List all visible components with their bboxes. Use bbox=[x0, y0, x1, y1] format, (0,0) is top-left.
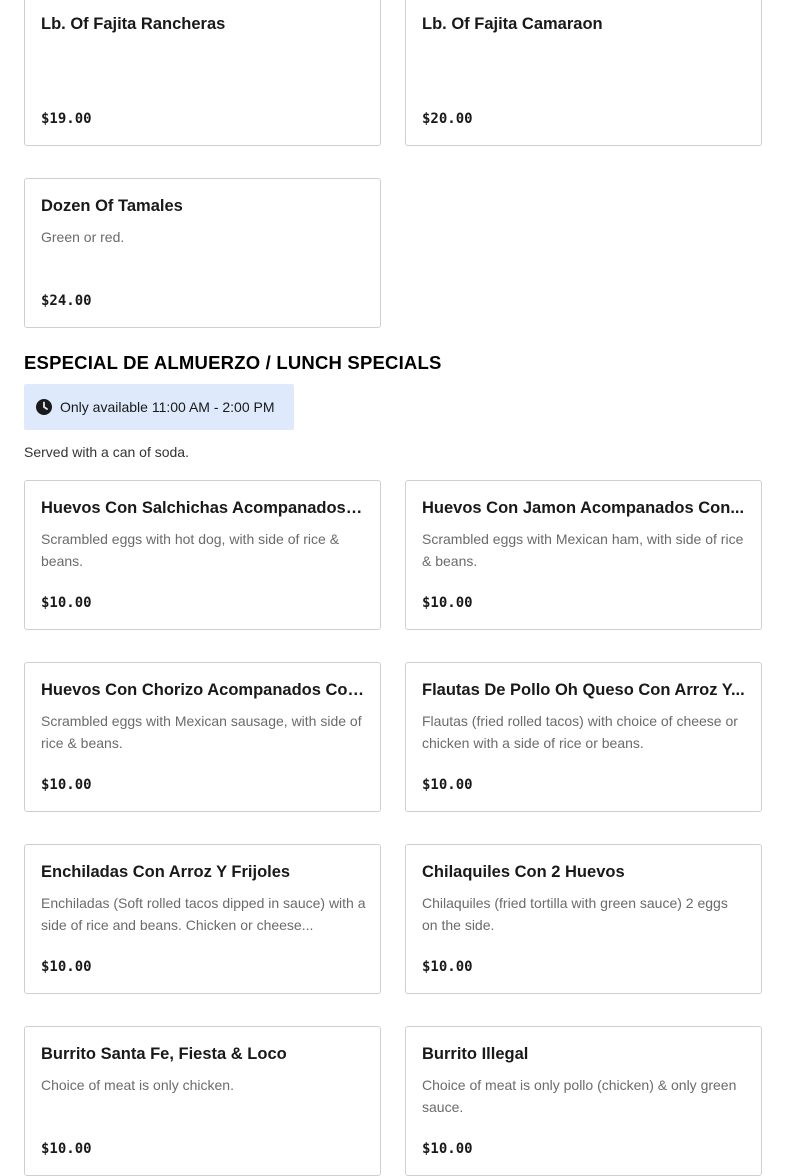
item-description: Chilaquiles (fried tortilla with green s… bbox=[422, 895, 728, 933]
item-price: $10.00 bbox=[41, 777, 92, 793]
item-name: Flautas De Pollo Oh Queso Con Arroz Y... bbox=[422, 681, 745, 699]
section-title: ESPECIAL DE ALMUERZO / LUNCH SPECIALS bbox=[24, 352, 442, 373]
menu-item-card[interactable]: Chilaquiles Con 2 Huevos Chilaquiles (fr… bbox=[405, 844, 762, 994]
item-name: Burrito Illegal bbox=[422, 1045, 529, 1063]
menu-item-card[interactable]: Huevos Con Jamon Acompanados Con... Scra… bbox=[405, 480, 762, 630]
item-price: $10.00 bbox=[41, 595, 92, 611]
item-price: $20.00 bbox=[422, 111, 473, 127]
menu-item-card[interactable]: Dozen Of Tamales Green or red. $24.00 bbox=[24, 178, 381, 328]
item-price: $24.00 bbox=[41, 293, 92, 309]
section-note: Served with a can of soda. bbox=[24, 444, 189, 460]
item-description: Scrambled eggs with Mexican sausage, wit… bbox=[41, 713, 362, 751]
item-name: Burrito Santa Fe, Fiesta & Loco bbox=[41, 1045, 287, 1063]
item-price: $10.00 bbox=[41, 1141, 92, 1157]
item-description: Green or red. bbox=[41, 229, 125, 245]
item-price: $10.00 bbox=[422, 959, 473, 975]
availability-text: Only available 11:00 AM - 2:00 PM bbox=[60, 399, 275, 415]
item-name: Huevos Con Salchichas Acompanados Co... bbox=[41, 499, 366, 517]
menu-item-card[interactable]: Flautas De Pollo Oh Queso Con Arroz Y...… bbox=[405, 662, 762, 812]
menu-item-card[interactable]: Burrito Illegal Choice of meat is only p… bbox=[405, 1026, 762, 1176]
menu-item-card[interactable]: Enchiladas Con Arroz Y Frijoles Enchilad… bbox=[24, 844, 381, 994]
item-name: Huevos Con Jamon Acompanados Con... bbox=[422, 499, 745, 517]
item-name: Lb. Of Fajita Rancheras bbox=[41, 15, 226, 33]
item-description: Flautas (fried rolled tacos) with choice… bbox=[422, 713, 738, 751]
availability-banner: Only available 11:00 AM - 2:00 PM bbox=[24, 384, 294, 430]
menu-item-card[interactable]: Lb. Of Fajita Camaraon $20.00 bbox=[405, 0, 762, 146]
item-description: Choice of meat is only pollo (chicken) &… bbox=[422, 1077, 737, 1115]
menu-item-card[interactable]: Huevos Con Chorizo Acompanados Con... Sc… bbox=[24, 662, 381, 812]
item-description: Choice of meat is only chicken. bbox=[41, 1077, 234, 1093]
menu-item-card[interactable]: Lb. Of Fajita Rancheras $19.00 bbox=[24, 0, 381, 146]
item-name: Chilaquiles Con 2 Huevos bbox=[422, 863, 625, 881]
item-price: $19.00 bbox=[41, 111, 92, 127]
item-name: Dozen Of Tamales bbox=[41, 197, 183, 215]
item-name: Enchiladas Con Arroz Y Frijoles bbox=[41, 863, 291, 881]
item-price: $10.00 bbox=[41, 959, 92, 975]
menu-item-card[interactable]: Burrito Santa Fe, Fiesta & Loco Choice o… bbox=[24, 1026, 381, 1176]
item-price: $10.00 bbox=[422, 1141, 473, 1157]
item-name: Lb. Of Fajita Camaraon bbox=[422, 15, 603, 33]
item-description: Scrambled eggs with Mexican ham, with si… bbox=[422, 531, 744, 569]
item-price: $10.00 bbox=[422, 777, 473, 793]
item-name: Huevos Con Chorizo Acompanados Con... bbox=[41, 681, 366, 699]
item-description: Enchiladas (Soft rolled tacos dipped in … bbox=[41, 895, 366, 933]
item-description: Scrambled eggs with hot dog, with side o… bbox=[41, 531, 340, 569]
clock-icon bbox=[36, 399, 52, 415]
menu-item-card[interactable]: Huevos Con Salchichas Acompanados Co... … bbox=[24, 480, 381, 630]
item-price: $10.00 bbox=[422, 595, 473, 611]
